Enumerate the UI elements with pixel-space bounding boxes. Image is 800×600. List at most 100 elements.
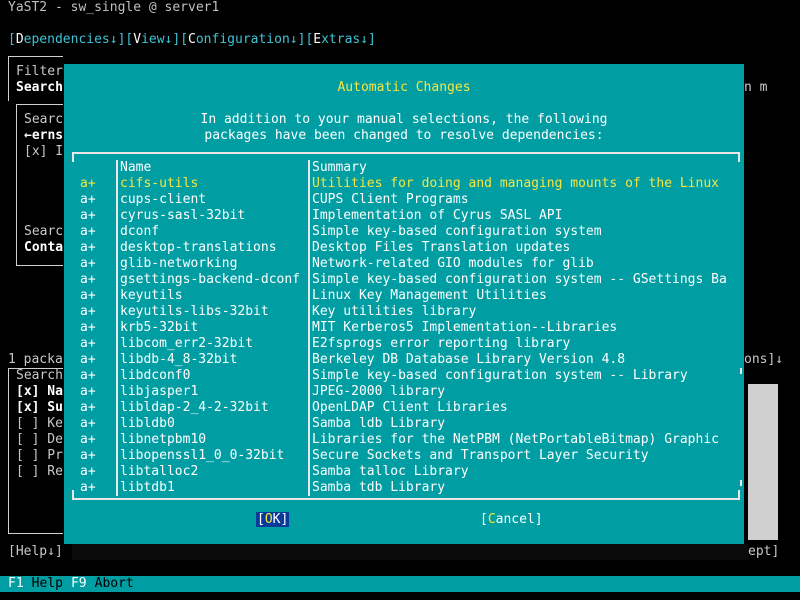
summary-cell: Network-related GIO modules for glib bbox=[312, 256, 594, 271]
name-cell: libopenssl1_0_0-32bit bbox=[120, 448, 285, 463]
fkey-f1-button[interactable]: F1 Help bbox=[8, 576, 71, 591]
search-in-summary-checkbox[interactable]: [x] Su bbox=[16, 400, 63, 416]
summary-cell: CUPS Client Programs bbox=[312, 192, 469, 207]
table-row[interactable]: a+ keyutils Linux Key Management Utilities bbox=[64, 288, 744, 304]
status-cell: a+ bbox=[80, 400, 96, 415]
name-cell: dconf bbox=[120, 224, 160, 239]
status-cell: a+ bbox=[80, 256, 96, 271]
summary-cell: MIT Kerberos5 Implementation--Libraries bbox=[312, 320, 618, 335]
table-row[interactable]: a+ libdconf0 Simple key-based configuratio… bbox=[64, 368, 744, 384]
status-cell: a+ bbox=[80, 240, 96, 255]
cancel-button[interactable]: [Cancel] bbox=[480, 512, 543, 527]
table-row[interactable]: a+ libnetpbm10 Libraries for the NetPBM (N… bbox=[64, 432, 744, 448]
table-row[interactable]: a+ libjasper1 JPEG-2000 library bbox=[64, 384, 744, 400]
table-row[interactable]: a+ desktop-translations Desktop Files Tran… bbox=[64, 240, 744, 256]
status-cell: a+ bbox=[80, 320, 96, 335]
ok-button[interactable]: [OK] bbox=[256, 512, 290, 527]
status-cell: a+ bbox=[80, 352, 96, 367]
menubar: [Dependencies↓][View↓][Configuration↓][E… bbox=[8, 32, 376, 48]
table-row[interactable]: a+ libtalloc2 Samba talloc Library bbox=[64, 464, 744, 480]
search-in-keywords-checkbox[interactable]: [ ] Ke bbox=[16, 416, 63, 432]
status-cell: a+ bbox=[80, 384, 96, 399]
table-row[interactable]: a+ libdb-4_8-32bit Berkeley DB Database Li… bbox=[64, 352, 744, 368]
search-in-requires-checkbox[interactable]: [ ] Re bbox=[16, 464, 63, 480]
dialog-message-line1: In addition to your manual selections, t… bbox=[200, 112, 608, 127]
menu-extras[interactable]: [Extras↓] bbox=[305, 32, 375, 47]
menu-view[interactable]: [View↓] bbox=[125, 32, 180, 47]
status-cell: a+ bbox=[80, 368, 96, 383]
summary-cell: Samba tdb Library bbox=[312, 480, 446, 495]
table-row[interactable]: a+ cyrus-sasl-32bit Implementation of Cyru… bbox=[64, 208, 744, 224]
accept-button[interactable]: ept] bbox=[748, 544, 779, 560]
menu-dependencies[interactable]: [Dependencies↓] bbox=[8, 32, 125, 47]
name-cell: libdb-4_8-32bit bbox=[120, 352, 238, 367]
search-input[interactable]: ←erns bbox=[24, 128, 63, 144]
status-cell: a+ bbox=[80, 224, 96, 239]
summary-cell: Implementation of Cyrus SASL API bbox=[312, 208, 563, 223]
column-header-summary[interactable]: Summary bbox=[312, 160, 367, 175]
search-in-name-checkbox[interactable]: [x] Na bbox=[16, 384, 63, 400]
search-filter-label[interactable]: Search bbox=[16, 80, 63, 96]
summary-cell: Simple key-based configuration system bbox=[312, 224, 602, 239]
table-row[interactable]: a+ libcom_err2-32bit E2fsprogs error repor… bbox=[64, 336, 744, 352]
fkey-f9-button[interactable]: F9 Abort bbox=[71, 576, 142, 591]
summary-cell: Secure Sockets and Transport Layer Secur… bbox=[312, 448, 649, 463]
name-cell: gsettings-backend-dconf bbox=[120, 272, 301, 287]
right-column-hint: n m bbox=[744, 80, 768, 95]
table-row[interactable]: a+ cifs-utils Utilities for doing and mana… bbox=[64, 176, 744, 192]
ignore-case-checkbox[interactable]: [x] I bbox=[24, 144, 63, 160]
table-row[interactable]: a+ libldap-2_4-2-32bit OpenLDAP Client Lib… bbox=[64, 400, 744, 416]
package-details-panel bbox=[748, 384, 778, 540]
table-row[interactable]: a+ dconf Simple key-based configuration sy… bbox=[64, 224, 744, 240]
name-cell: glib-networking bbox=[120, 256, 238, 271]
search-mode-label: Searc bbox=[24, 224, 64, 239]
search-in-provides-checkbox[interactable]: [ ] Pr bbox=[16, 448, 63, 464]
table-row[interactable]: a+ keyutils-libs-32bit Key utilities libra… bbox=[64, 304, 744, 320]
summary-cell: Samba talloc Library bbox=[312, 464, 469, 479]
name-cell: libtdb1 bbox=[120, 480, 175, 495]
name-cell: libldap-2_4-2-32bit bbox=[120, 400, 269, 415]
name-cell: krb5-32bit bbox=[120, 320, 199, 335]
summary-cell: Desktop Files Translation updates bbox=[312, 240, 571, 255]
package-count: 1 packa bbox=[8, 352, 63, 367]
name-cell: libjasper1 bbox=[120, 384, 199, 399]
search-in-description-checkbox[interactable]: [ ] De bbox=[16, 432, 63, 448]
name-cell: cifs-utils bbox=[120, 176, 199, 191]
table-row[interactable]: a+ glib-networking Network-related GIO mod… bbox=[64, 256, 744, 272]
table-row[interactable]: a+ gsettings-backend-dconf Simple key-base… bbox=[64, 272, 744, 288]
status-cell: a+ bbox=[80, 480, 96, 495]
filter-label: Filter bbox=[16, 64, 63, 79]
function-keys: F1 Help F9 Abort bbox=[0, 576, 800, 592]
table-row[interactable]: a+ krb5-32bit MIT Kerberos5 Implementation… bbox=[64, 320, 744, 336]
name-cell: desktop-translations bbox=[120, 240, 277, 255]
contains-combo[interactable]: Conta bbox=[24, 240, 63, 256]
table-row[interactable]: a+ libtdb1 Samba tdb Library bbox=[64, 480, 744, 496]
summary-cell: E2fsprogs error reporting library bbox=[312, 336, 571, 351]
status-cell: a+ bbox=[80, 272, 96, 287]
actions-button[interactable]: ons]↓ bbox=[744, 352, 783, 368]
status-cell: a+ bbox=[80, 288, 96, 303]
status-cell: a+ bbox=[80, 432, 96, 447]
status-cell: a+ bbox=[80, 176, 96, 191]
status-cell: a+ bbox=[80, 336, 96, 351]
summary-cell: Simple key-based configuration system --… bbox=[312, 368, 688, 383]
name-cell: libdconf0 bbox=[120, 368, 191, 383]
table-row[interactable]: a+ libldb0 Samba ldb Library bbox=[64, 416, 744, 432]
window-title: YaST2 - sw_single @ server1 bbox=[8, 0, 220, 15]
summary-cell: Berkeley DB Database Library Version 4.8 bbox=[312, 352, 626, 367]
status-cell: a+ bbox=[80, 416, 96, 431]
summary-cell: Utilities for doing and managing mounts … bbox=[312, 176, 719, 191]
name-cell: libldb0 bbox=[120, 416, 175, 431]
table-row[interactable]: a+ libopenssl1_0_0-32bit Secure Sockets an… bbox=[64, 448, 744, 464]
name-cell: libcom_err2-32bit bbox=[120, 336, 254, 351]
help-button[interactable]: [Help↓] bbox=[8, 544, 63, 560]
summary-cell: Samba ldb Library bbox=[312, 416, 446, 431]
table-row[interactable]: a+ cups-client CUPS Client Programs bbox=[64, 192, 744, 208]
name-cell: libnetpbm10 bbox=[120, 432, 207, 447]
menu-configuration[interactable]: [Configuration↓] bbox=[180, 32, 305, 47]
name-cell: keyutils-libs-32bit bbox=[120, 304, 269, 319]
column-header-name[interactable]: Name bbox=[120, 160, 151, 175]
summary-cell: Libraries for the NetPBM (NetPortableBit… bbox=[312, 432, 719, 447]
dialog-message-line2: packages have been changed to resolve de… bbox=[204, 128, 604, 143]
name-cell: cups-client bbox=[120, 192, 207, 207]
